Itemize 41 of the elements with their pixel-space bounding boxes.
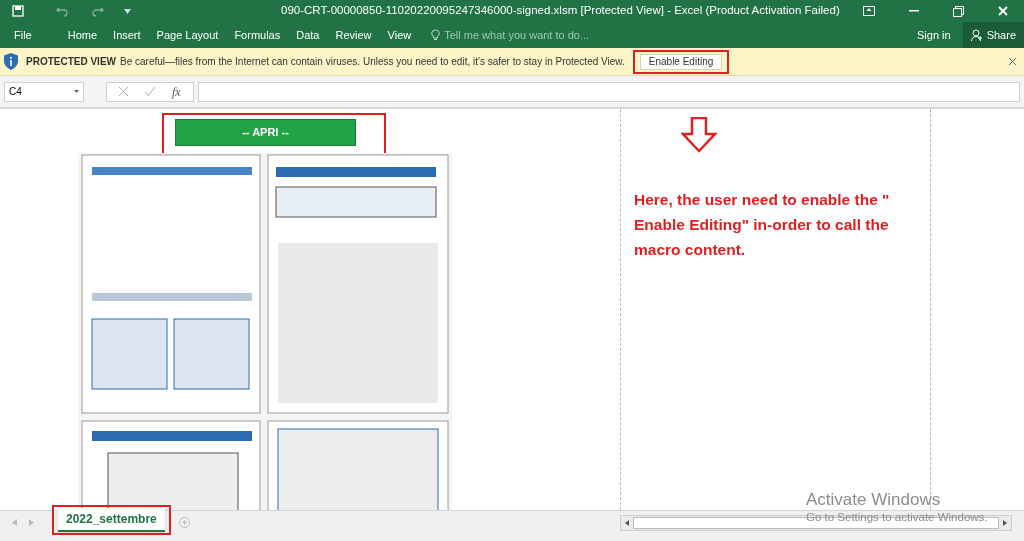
redo-icon[interactable] <box>92 5 104 17</box>
scroll-right-icon[interactable] <box>1003 519 1007 526</box>
tell-me-field[interactable]: Tell me what you want to do... <box>444 26 590 44</box>
shield-icon <box>4 53 18 70</box>
sign-in-link[interactable]: Sign in <box>917 26 951 44</box>
apri-button[interactable]: -- APRI -- <box>175 119 356 146</box>
cancel-icon[interactable] <box>119 87 129 96</box>
check-icon[interactable] <box>145 87 156 96</box>
close-icon[interactable] <box>1009 58 1016 65</box>
protected-view-title: PROTECTED VIEW <box>26 55 116 69</box>
ribbon-display-icon[interactable] <box>863 6 875 16</box>
insert-function-button[interactable]: fx <box>171 82 181 101</box>
person-icon <box>970 29 983 41</box>
ribbon-tab[interactable]: Formulas <box>226 23 289 47</box>
ribbon-tab[interactable]: Home <box>59 23 106 47</box>
ribbon-tab[interactable]: Data <box>288 23 328 47</box>
caret-icon[interactable] <box>74 90 79 93</box>
annotation-text: Here, the user need to enable the " Enable Editing" in-order to call the macro content. <box>634 190 891 260</box>
undo-icon[interactable] <box>56 5 68 17</box>
ribbon-tab[interactable]: Insert <box>105 23 149 47</box>
down-arrow-icon <box>681 117 717 153</box>
ribbon-tab[interactable]: File <box>0 23 46 47</box>
add-sheet-icon[interactable] <box>178 517 190 528</box>
window-title: 090-CRT-00000850-11020220095247346000-signed.xlsm [Protected View] - Excel (Product Activation Failed) <box>281 3 840 19</box>
share-button[interactable]: Share <box>962 22 1024 48</box>
name-box[interactable]: C4 <box>4 81 84 102</box>
lightbulb-icon <box>431 29 441 41</box>
formula-input[interactable] <box>198 81 1020 102</box>
ribbon-tab[interactable]: Page Layout <box>148 23 227 47</box>
enable-editing-button[interactable]: Enable Editing <box>639 53 723 70</box>
scroll-left-icon[interactable] <box>625 519 629 526</box>
restore-icon[interactable] <box>953 5 964 17</box>
caret-icon[interactable] <box>124 8 131 14</box>
protected-view-message: Be careful—files from the Internet can contain viruses. Unless you need to edit, it's safer to stay in Protected View. <box>120 55 625 69</box>
ribbon-tab[interactable]: View <box>379 23 420 47</box>
ribbon-tab[interactable]: Review <box>327 23 380 47</box>
activation-message: Go to Settings to activate Windows. <box>806 510 988 525</box>
minimize-icon[interactable] <box>909 10 919 12</box>
save-icon[interactable] <box>12 5 24 17</box>
sheet-tab[interactable]: 2022_settembre <box>58 507 165 532</box>
activation-title: Activate Windows <box>806 489 942 511</box>
